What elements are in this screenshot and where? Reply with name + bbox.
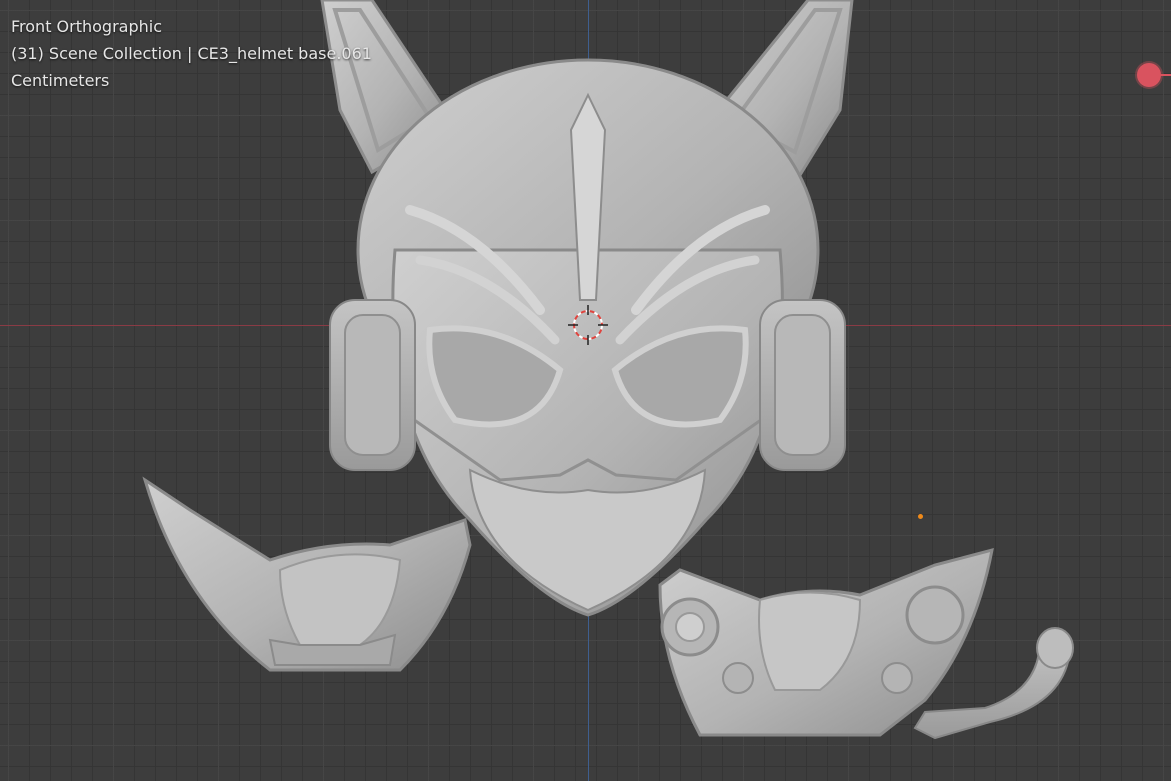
units-label: Centimeters	[11, 71, 110, 90]
helmet-model[interactable]	[0, 0, 1171, 781]
view-name-label: Front Orthographic	[11, 17, 163, 36]
object-origin-icon	[918, 514, 923, 519]
3d-cursor-icon	[568, 305, 608, 345]
right-ear-pod	[759, 299, 846, 471]
3d-viewport[interactable]: Front Orthographic (31) Scene Collection…	[0, 0, 1171, 781]
navigation-gizmo-x-icon[interactable]	[1137, 63, 1161, 87]
left-ear-pod	[329, 299, 416, 471]
right-jaw-piece	[658, 547, 994, 737]
viewport-info-overlay: Front Orthographic (31) Scene Collection…	[11, 13, 372, 94]
gizmo-x-axis-line	[1160, 74, 1171, 76]
left-jaw-piece	[142, 476, 472, 672]
collection-label: (31) Scene Collection | CE3_helmet base.…	[11, 44, 372, 63]
